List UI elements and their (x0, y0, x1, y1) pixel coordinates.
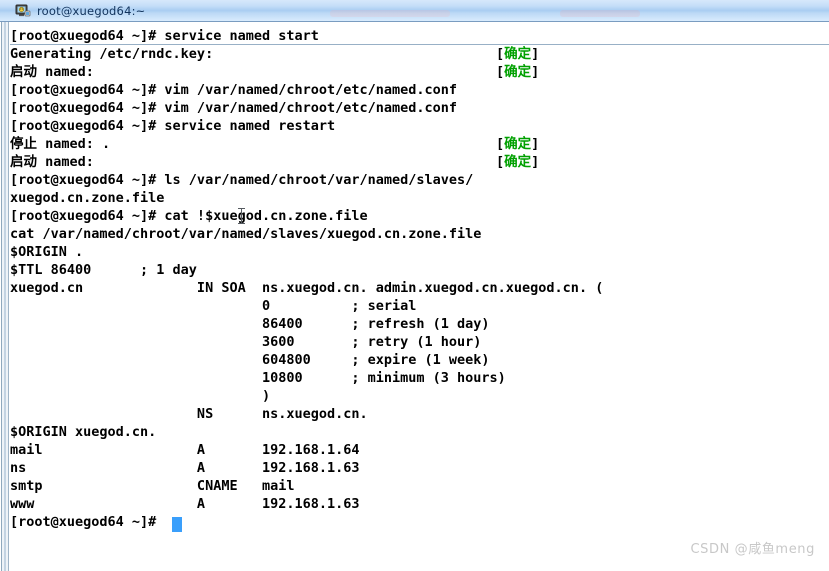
terminal-window: root@xuegod64:~ [root@xuegod64 ~]# servi… (0, 0, 829, 571)
titlebar-gloss-right (560, 10, 640, 17)
status-ok-marker: [确定] (496, 135, 539, 153)
terminal-line: [root@xuegod64 ~]# ls /var/named/chroot/… (10, 172, 474, 188)
status-ok-label: 确定 (504, 46, 532, 62)
terminal-line: 启动 named: (10, 154, 94, 170)
status-bracket-open: [ (496, 64, 505, 80)
vertical-scrollbar[interactable] (0, 22, 10, 571)
terminal-line: [root@xuegod64 ~]# cat !$xuegod.cn.zone.… (10, 208, 368, 224)
terminal-line: 停止 named: . (10, 136, 111, 152)
terminal-line: Generating /etc/rndc.key: (10, 46, 214, 62)
terminal-line: 3600 ; retry (1 hour) (10, 334, 482, 350)
terminal-line: ns A 192.168.1.63 (10, 460, 360, 476)
status-bracket-close: ] (531, 64, 540, 80)
terminal-line: [root@xuegod64 ~]# service named restart (10, 118, 336, 134)
status-ok-label: 确定 (504, 154, 532, 170)
status-bracket-open: [ (496, 136, 505, 152)
terminal-line: $ORIGIN . (10, 244, 84, 260)
terminal-line: xuegod.cn IN SOA ns.xuegod.cn. admin.xue… (10, 280, 604, 296)
terminal-line: cat /var/named/chroot/var/named/slaves/x… (10, 226, 482, 242)
csdn-watermark: CSDN @咸鱼meng (690, 542, 815, 557)
terminal-line: smtp CNAME mail (10, 478, 295, 494)
terminal-computer-icon (15, 3, 31, 19)
terminal-line: mail A 192.168.1.64 (10, 442, 360, 458)
terminal-line: www A 192.168.1.63 (10, 496, 360, 512)
terminal-block-cursor (172, 517, 182, 532)
terminal-line: 0 ; serial (10, 298, 417, 314)
status-ok-marker: [确定] (496, 45, 539, 63)
terminal-screen[interactable]: [root@xuegod64 ~]# service named start Ge… (10, 25, 829, 571)
terminal-line: [root@xuegod64 ~]# vim /var/named/chroot… (10, 82, 458, 98)
terminal-line: 604800 ; expire (1 week) (10, 352, 490, 368)
status-bracket-close: ] (531, 46, 540, 62)
status-bracket-close: ] (531, 154, 540, 170)
terminal-line: 86400 ; refresh (1 day) (10, 316, 490, 332)
terminal-line: [root@xuegod64 ~]# vim /var/named/chroot… (10, 100, 458, 116)
titlebar-gloss-left (330, 10, 450, 17)
status-ok-label: 确定 (504, 136, 532, 152)
text-cursor-pointer (238, 208, 245, 224)
status-bracket-open: [ (496, 154, 505, 170)
status-ok-marker: [确定] (496, 153, 539, 171)
terminal-line: $ORIGIN xuegod.cn. (10, 424, 157, 440)
window-titlebar[interactable]: root@xuegod64:~ (0, 0, 829, 22)
terminal-line: $TTL 86400 ; 1 day (10, 262, 197, 278)
terminal-line: 10800 ; minimum (3 hours) (10, 370, 506, 386)
terminal-line: [root@xuegod64 ~]# (10, 514, 165, 530)
status-ok-label: 确定 (504, 64, 532, 80)
terminal-line: xuegod.cn.zone.file (10, 190, 165, 206)
status-ok-marker: [确定] (496, 63, 539, 81)
window-title: root@xuegod64:~ (37, 3, 146, 18)
terminal-line: 启动 named: (10, 64, 94, 80)
status-bracket-open: [ (496, 46, 505, 62)
terminal-line: NS ns.xuegod.cn. (10, 406, 368, 422)
terminal-line: ) (10, 388, 271, 404)
status-bracket-close: ] (531, 136, 540, 152)
terminal-line: [root@xuegod64 ~]# service named start (10, 28, 319, 44)
